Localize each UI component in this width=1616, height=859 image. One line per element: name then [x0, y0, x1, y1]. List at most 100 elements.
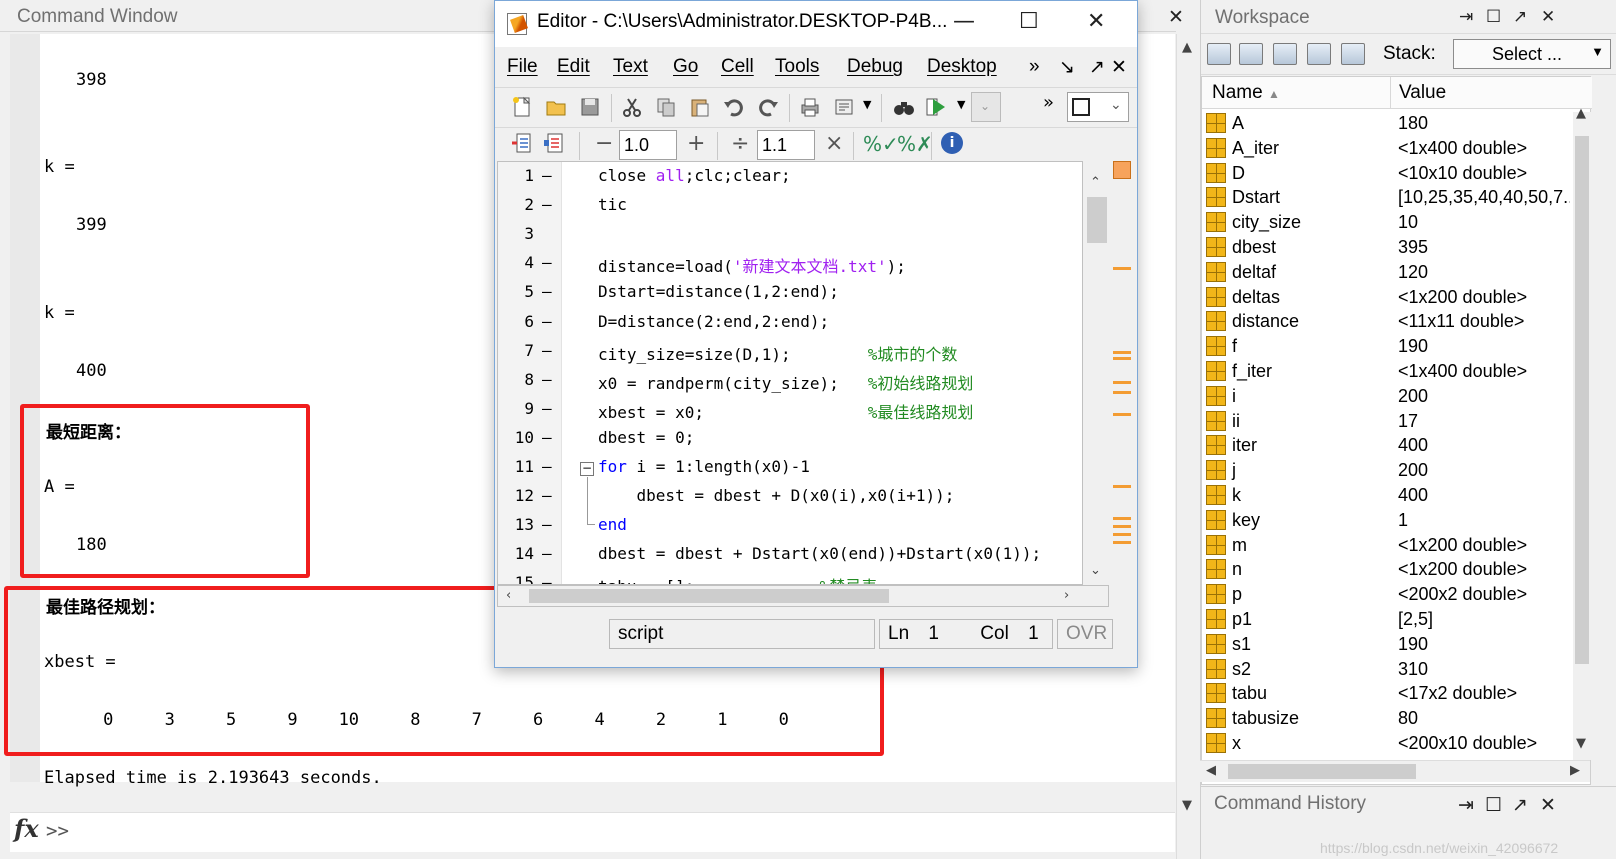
- table-row[interactable]: A_iter <1x400 double>: [1202, 136, 1572, 161]
- close-icon[interactable]: ✕: [1540, 794, 1556, 817]
- breakpoint-marker[interactable]: –: [542, 166, 552, 185]
- table-row[interactable]: A 180: [1202, 111, 1572, 136]
- menu-overflow-icon[interactable]: »: [1029, 56, 1040, 78]
- dropdown-arrow-icon[interactable]: ▼: [863, 98, 871, 111]
- code-line[interactable]: dbest = dbest + D(x0(i),x0(i+1));: [598, 486, 955, 505]
- run-icon[interactable]: [925, 96, 947, 118]
- maximize-icon[interactable]: ☐: [1019, 9, 1039, 34]
- table-row[interactable]: p <200x2 double>: [1202, 582, 1572, 607]
- code-line[interactable]: tabu = []; %禁忌表: [598, 573, 877, 584]
- code-line[interactable]: x0 = randperm(city_size); %初始线路规划: [598, 370, 973, 394]
- open-folder-icon[interactable]: [545, 96, 567, 118]
- delete-variable-icon[interactable]: [1341, 43, 1365, 65]
- breakpoint-marker[interactable]: –: [542, 573, 552, 584]
- menu-desktop[interactable]: Desktop: [927, 56, 997, 78]
- analyzer-mark[interactable]: [1113, 391, 1131, 394]
- new-file-icon[interactable]: [511, 96, 533, 118]
- table-row[interactable]: Dstart [10,25,35,40,40,50,7...: [1202, 185, 1572, 210]
- cut-icon[interactable]: [621, 96, 643, 118]
- table-row[interactable]: tabusize 80: [1202, 706, 1572, 731]
- breakpoint-marker[interactable]: –: [542, 341, 552, 360]
- breakpoint-marker[interactable]: –: [542, 486, 552, 505]
- save-icon[interactable]: [579, 96, 601, 118]
- scroll-thumb[interactable]: [1228, 764, 1416, 779]
- breakpoint-marker[interactable]: –: [542, 515, 552, 534]
- close-icon[interactable]: ✕: [1541, 7, 1555, 27]
- workspace-vertical-scrollbar[interactable]: ▲ ▼: [1573, 106, 1591, 760]
- scroll-up-icon[interactable]: ⌃: [1090, 175, 1101, 190]
- scroll-thumb[interactable]: [529, 589, 889, 603]
- table-row[interactable]: key 1: [1202, 508, 1572, 533]
- scroll-right-icon[interactable]: ›: [1064, 588, 1069, 603]
- code-line[interactable]: close all;clc;clear;: [598, 166, 791, 185]
- table-row[interactable]: deltaf 120: [1202, 260, 1572, 285]
- breakpoint-marker[interactable]: –: [542, 457, 552, 476]
- analyzer-mark[interactable]: [1113, 525, 1131, 528]
- column-divider[interactable]: [1390, 77, 1391, 109]
- dock-icon[interactable]: ↗: [1513, 7, 1527, 27]
- table-row[interactable]: n <1x200 double>: [1202, 557, 1572, 582]
- table-row[interactable]: i 200: [1202, 384, 1572, 409]
- table-row[interactable]: f 190: [1202, 334, 1572, 359]
- close-icon[interactable]: ✕: [1168, 6, 1184, 28]
- editor-titlebar[interactable]: Editor - C:\Users\Administrator.DESKTOP-…: [495, 1, 1137, 47]
- new-variable-icon[interactable]: [1207, 43, 1231, 65]
- dropdown-arrow-icon[interactable]: ▼: [957, 98, 965, 111]
- close-icon[interactable]: ✕: [1111, 56, 1127, 79]
- table-row[interactable]: s1 190: [1202, 632, 1572, 657]
- select-plot-dropdown[interactable]: Select ... ▼: [1453, 39, 1611, 69]
- breakpoint-marker[interactable]: –: [542, 370, 552, 389]
- code-line[interactable]: tic: [598, 195, 627, 214]
- code-line[interactable]: D=distance(2:end,2:end);: [598, 312, 829, 331]
- breakpoint-marker[interactable]: –: [542, 282, 552, 301]
- close-icon[interactable]: ✕: [1087, 9, 1105, 34]
- analyzer-mark[interactable]: [1113, 485, 1131, 488]
- analyzer-mark[interactable]: [1113, 533, 1131, 536]
- maximize-icon[interactable]: ☐: [1486, 7, 1501, 27]
- table-row[interactable]: iter 400: [1202, 433, 1572, 458]
- menu-debug[interactable]: Debug: [847, 56, 903, 78]
- dock-icon[interactable]: ↗: [1089, 56, 1105, 79]
- code-line[interactable]: city_size=size(D,1); %城市的个数: [598, 341, 957, 365]
- breakpoint-marker[interactable]: –: [542, 195, 552, 214]
- analyzer-mark[interactable]: [1113, 357, 1131, 360]
- table-row[interactable]: dbest 395: [1202, 235, 1572, 260]
- table-row[interactable]: m <1x200 double>: [1202, 533, 1572, 558]
- undo-icon[interactable]: [723, 96, 745, 118]
- analyzer-mark[interactable]: [1113, 517, 1131, 520]
- scroll-thumb[interactable]: [1087, 197, 1107, 243]
- table-row[interactable]: ii 17: [1202, 409, 1572, 434]
- code-line[interactable]: for i = 1:length(x0)-1: [598, 457, 810, 476]
- code-editor[interactable]: 1–2–3 4–5–6–7–8–9–10–11–12–13–14–15– clos…: [497, 161, 1083, 585]
- increment-button[interactable]: +: [687, 131, 705, 156]
- menu-go[interactable]: Go: [673, 56, 698, 78]
- uncomment-icon[interactable]: %✗: [897, 132, 933, 156]
- undock-icon[interactable]: ⇥: [1458, 794, 1474, 817]
- scroll-left-icon[interactable]: ◀: [1206, 763, 1216, 778]
- multiply-value-field[interactable]: 1.1: [757, 130, 815, 160]
- dock-icon[interactable]: ↗: [1512, 794, 1528, 817]
- column-header-value[interactable]: Value: [1399, 82, 1446, 104]
- insert-cell-divider-icon[interactable]: [511, 132, 533, 154]
- minimize-icon[interactable]: —: [953, 9, 975, 34]
- undock-icon[interactable]: ↘: [1059, 56, 1075, 79]
- analyzer-mark[interactable]: [1113, 267, 1131, 270]
- maximize-icon[interactable]: ☐: [1485, 794, 1502, 817]
- table-row[interactable]: tabu <17x2 double>: [1202, 681, 1572, 706]
- scroll-down-icon[interactable]: ▼: [1576, 736, 1586, 751]
- decrement-button[interactable]: −: [595, 131, 613, 156]
- table-row[interactable]: p1 [2,5]: [1202, 607, 1572, 632]
- menu-edit[interactable]: Edit: [557, 56, 590, 78]
- command-prompt[interactable]: >>: [46, 820, 69, 842]
- increment-value-field[interactable]: 1.0: [619, 130, 677, 160]
- scroll-down-icon[interactable]: ⌄: [1090, 563, 1101, 578]
- breakpoint-marker[interactable]: –: [542, 544, 552, 563]
- print-icon[interactable]: [799, 96, 821, 118]
- menu-file[interactable]: File: [507, 56, 538, 78]
- open-variable-icon[interactable]: [1239, 43, 1263, 65]
- table-row[interactable]: f_iter <1x400 double>: [1202, 359, 1572, 384]
- comment-icon[interactable]: %✓: [863, 132, 899, 156]
- table-row[interactable]: distance <11x11 double>: [1202, 309, 1572, 334]
- undock-icon[interactable]: ⇥: [1459, 7, 1473, 27]
- code-line[interactable]: dbest = 0;: [598, 428, 694, 447]
